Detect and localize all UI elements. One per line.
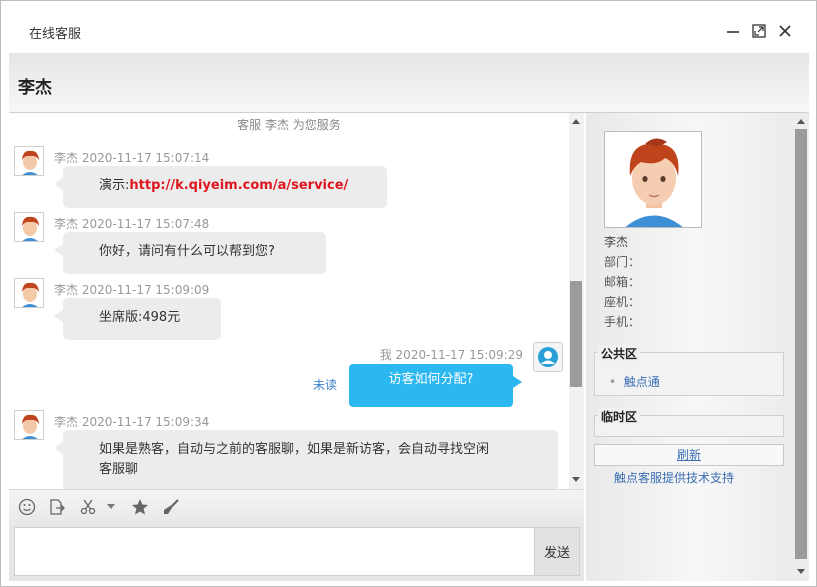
agent-message: 李杰 2020-11-17 15:09:34 如果是熟客，自动与之前的客服聊，如… bbox=[14, 410, 564, 489]
public-area-item[interactable]: • 触点通 bbox=[609, 373, 660, 390]
message-text: 坐席版:498元 bbox=[99, 310, 181, 325]
public-area-title: 公共区 bbox=[598, 345, 641, 362]
message-bubble: 坐席版:498元 bbox=[54, 298, 221, 340]
message-time: 2020-11-17 15:09:09 bbox=[81, 283, 210, 297]
minimize-icon[interactable] bbox=[723, 21, 743, 41]
agent-avatar bbox=[14, 146, 44, 176]
message-time: 2020-11-17 15:09:29 bbox=[395, 348, 523, 362]
message-link[interactable]: http://k.qiyeim.com/a/service/ bbox=[129, 178, 348, 193]
brush-icon[interactable] bbox=[160, 496, 182, 518]
message-text: 演示: bbox=[99, 178, 130, 193]
composer: 发送 bbox=[9, 525, 584, 581]
temp-area-title: 临时区 bbox=[598, 408, 641, 425]
message-text: 访客如何分配? bbox=[388, 372, 474, 387]
close-icon[interactable] bbox=[775, 21, 795, 41]
scroll-thumb[interactable] bbox=[570, 281, 582, 387]
screenshot-icon[interactable] bbox=[77, 496, 99, 518]
maximize-icon[interactable] bbox=[749, 21, 769, 41]
message-input[interactable] bbox=[14, 527, 535, 576]
service-notice: 客服 李杰 为您服务 bbox=[237, 118, 341, 132]
email-label: 邮箱： bbox=[604, 275, 641, 289]
scroll-down-icon[interactable] bbox=[797, 569, 805, 574]
message-time: 2020-11-17 15:07:14 bbox=[81, 151, 210, 165]
public-item-label: 触点通 bbox=[623, 375, 660, 389]
my-message: 我 2020-11-17 15:09:29 未读 访客如何分配? bbox=[309, 342, 567, 412]
message-bubble: 你好，请问有什么可以帮到您? bbox=[54, 232, 326, 274]
message-time: 2020-11-17 15:09:34 bbox=[81, 415, 210, 429]
chat-scrollbar[interactable] bbox=[569, 113, 584, 489]
contact-header: 李杰 bbox=[9, 53, 809, 113]
agent-avatar bbox=[14, 212, 44, 242]
message-bubble: 演示:http://k.qiyeim.com/a/service/ bbox=[54, 166, 387, 208]
agent-name: 李杰 bbox=[604, 235, 629, 249]
agent-message: 李杰 2020-11-17 15:07:14 演示:http://k.qiyei… bbox=[14, 146, 564, 210]
support-link[interactable]: 触点客服提供技术支持 bbox=[614, 469, 734, 486]
mobile-label: 手机： bbox=[604, 315, 641, 329]
agent-photo bbox=[604, 131, 702, 228]
refresh-button[interactable]: 刷新 bbox=[594, 444, 784, 466]
window-title: 在线客服 bbox=[29, 27, 82, 42]
agent-avatar bbox=[14, 278, 44, 308]
contact-sidebar: 李杰 部门： 邮箱： 座机： 手机： • 触点通 公共区 临时区 刷新 触点客服… bbox=[586, 113, 809, 581]
emoji-icon[interactable] bbox=[16, 496, 38, 518]
scroll-up-icon[interactable] bbox=[797, 119, 805, 124]
send-button[interactable]: 发送 bbox=[535, 527, 580, 576]
contact-name: 李杰 bbox=[18, 78, 52, 98]
message-sender: 李杰 bbox=[54, 151, 79, 165]
unread-status: 未读 bbox=[313, 378, 338, 392]
visitor-avatar-icon bbox=[533, 342, 563, 372]
message-bubble: 访客如何分配? bbox=[349, 364, 522, 407]
chat-window: 在线客服 李杰 客服 李杰 为您服务 李杰 2020-11-17 15:07:1… bbox=[0, 0, 817, 587]
sidebar-scrollbar[interactable] bbox=[793, 113, 809, 581]
title-bar: 在线客服 bbox=[9, 11, 809, 53]
message-bubble: 如果是熟客，自动与之前的客服聊，如果是新访客，会自动寻找空闲 客服聊 bbox=[54, 430, 558, 489]
agent-message: 李杰 2020-11-17 15:07:48 你好，请问有什么可以帮到您? bbox=[14, 212, 564, 276]
message-text: 客服聊 bbox=[99, 462, 139, 477]
message-text: 如果是熟客，自动与之前的客服聊，如果是新访客，会自动寻找空闲 bbox=[99, 442, 490, 457]
phone-label: 座机： bbox=[604, 295, 641, 309]
message-sender: 李杰 bbox=[54, 217, 79, 231]
scroll-down-icon[interactable] bbox=[572, 477, 580, 482]
chat-history[interactable]: 客服 李杰 为您服务 李杰 2020-11-17 15:07:14 演示:htt… bbox=[9, 113, 569, 489]
message-time: 2020-11-17 15:07:48 bbox=[81, 217, 210, 231]
send-file-icon[interactable] bbox=[46, 496, 68, 518]
message-text: 你好，请问有什么可以帮到您? bbox=[99, 244, 275, 259]
composer-toolbar bbox=[9, 489, 584, 525]
message-sender: 李杰 bbox=[54, 283, 79, 297]
agent-message: 李杰 2020-11-17 15:09:09 坐席版:498元 bbox=[14, 278, 564, 342]
scroll-up-icon[interactable] bbox=[572, 119, 580, 124]
chevron-down-icon[interactable] bbox=[105, 496, 117, 518]
message-sender: 李杰 bbox=[54, 415, 79, 429]
message-sender: 我 bbox=[379, 348, 392, 362]
star-icon[interactable] bbox=[129, 496, 151, 518]
agent-avatar bbox=[14, 410, 44, 440]
dept-label: 部门： bbox=[604, 255, 641, 269]
scroll-thumb[interactable] bbox=[795, 129, 807, 559]
